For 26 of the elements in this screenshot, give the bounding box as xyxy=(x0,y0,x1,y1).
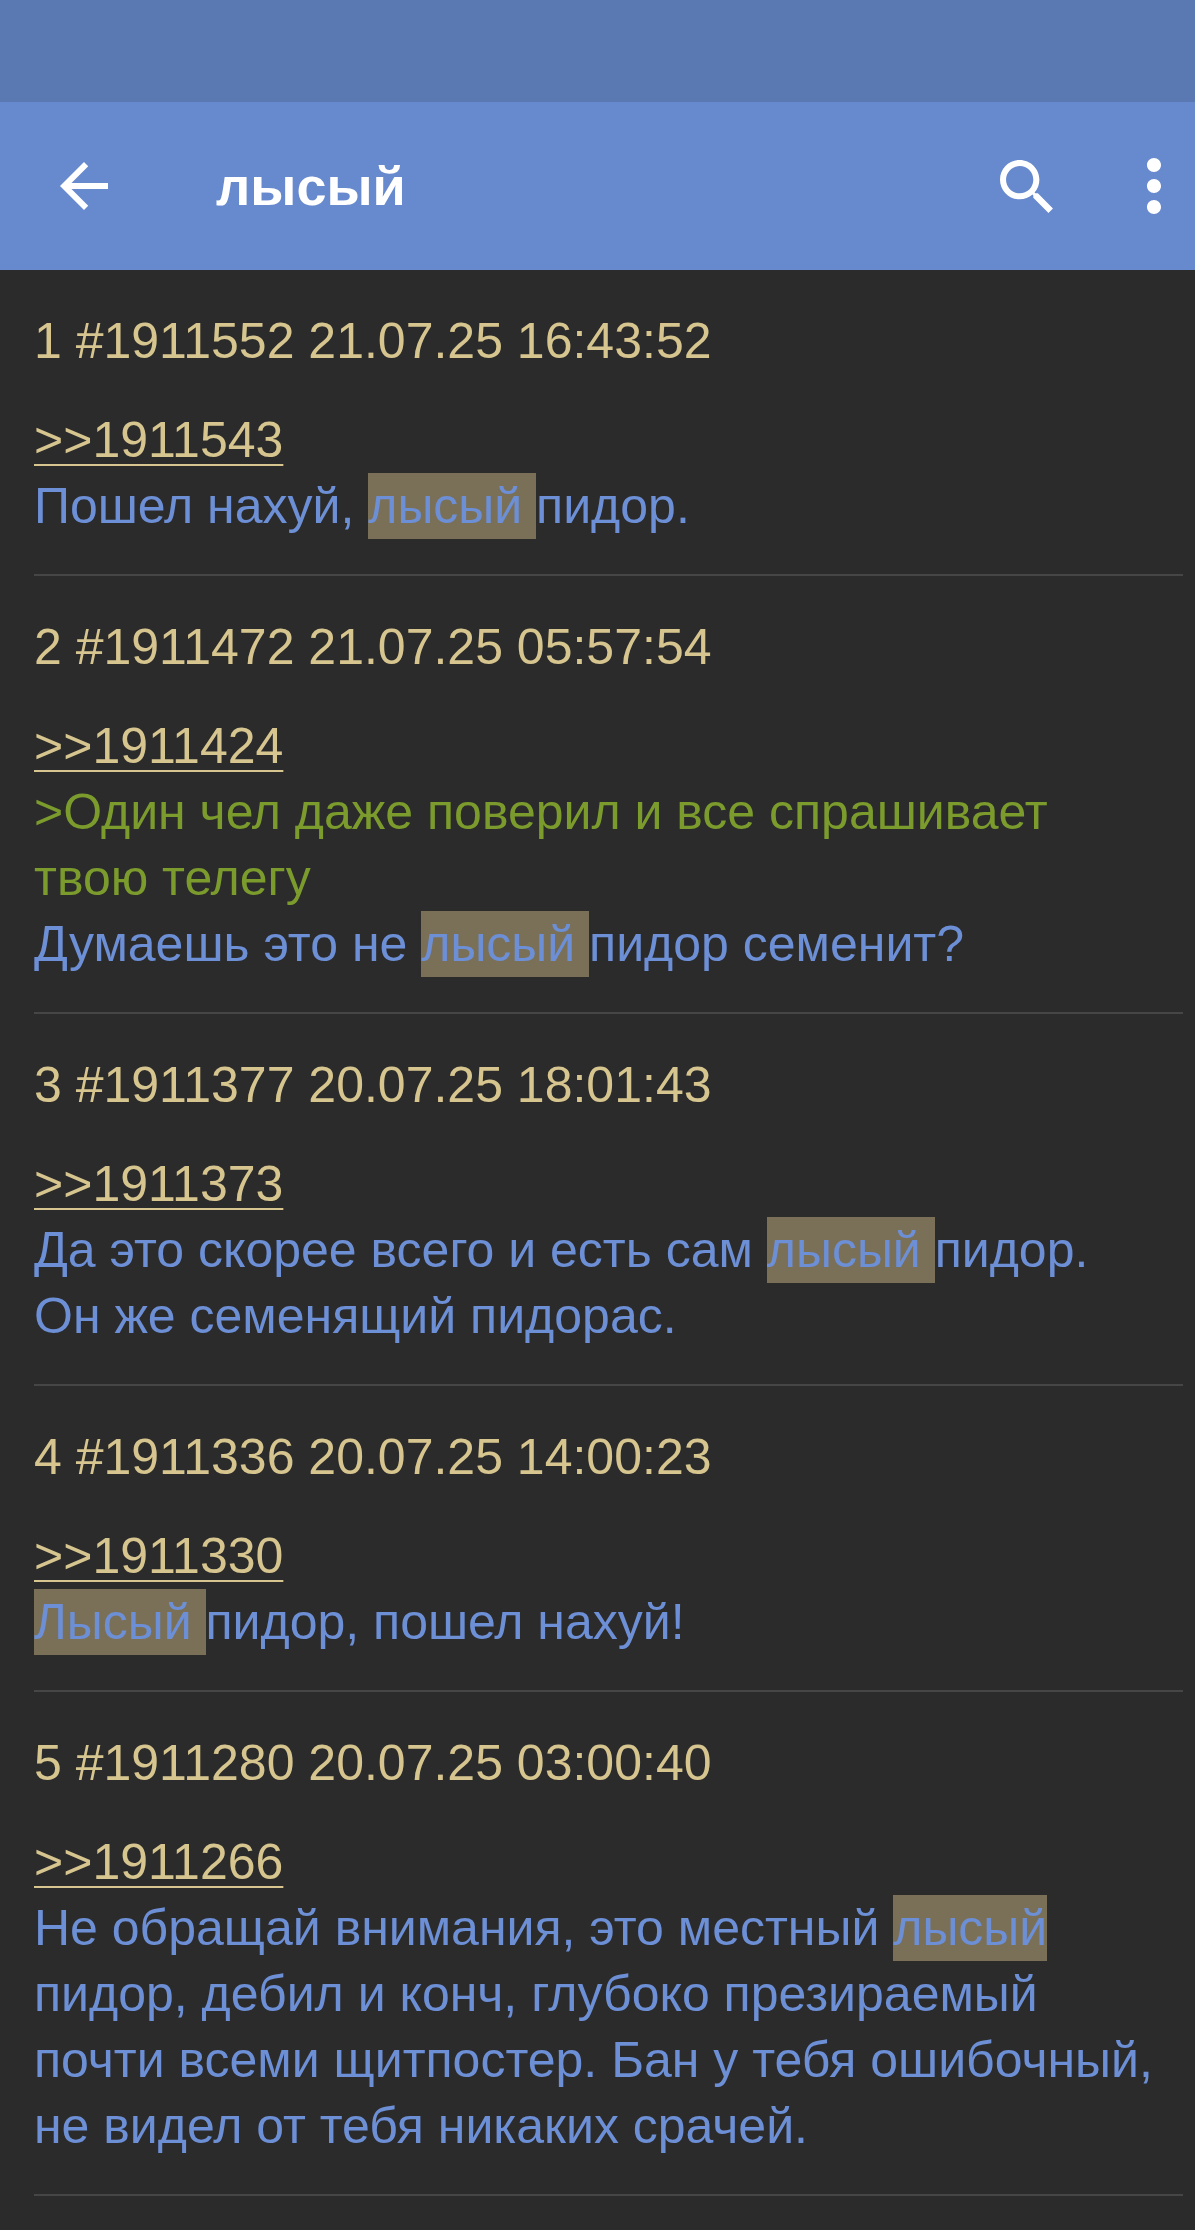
message-text: Он же семенящий пидорас. xyxy=(34,1287,677,1346)
reply-link[interactable]: >>1911266 xyxy=(34,1829,284,1895)
message-text: Да это скорее всего и есть сам лысый пидор. xyxy=(34,1217,1089,1283)
reply-link[interactable]: >>1911330 xyxy=(34,1523,284,1589)
message-text: Не обращай внимания, это местный лысый пидор, дебил и конч, глубоко презираемый почти всеми щитпостер. Бан у тебя ошибочный, не видел от тебя никаких срачей. xyxy=(34,1895,1170,2159)
post-header: 4 #1911336 20.07.25 14:00:23 xyxy=(34,1428,712,1487)
back-arrow-icon[interactable] xyxy=(60,162,108,210)
app-bar-title: лысый xyxy=(216,155,406,218)
post-header: 3 #1911377 20.07.25 18:01:43 xyxy=(34,1056,712,1115)
post-header: 2 #1911472 21.07.25 05:57:54 xyxy=(34,618,712,677)
search-icon[interactable] xyxy=(1000,159,1053,213)
reply-link[interactable]: >>1911424 xyxy=(34,713,284,779)
search-highlight: лысый xyxy=(893,1895,1048,1961)
search-highlight: лысый xyxy=(421,911,590,977)
message-text: Пошел нахуй, лысый пидор. xyxy=(34,473,690,539)
search-highlight: Лысый xyxy=(34,1589,206,1655)
search-highlight: лысый xyxy=(766,1217,935,1283)
message-text: Лысый пидор, пошел нахуй! xyxy=(34,1589,685,1655)
reply-link[interactable]: >>1911373 xyxy=(34,1151,284,1217)
quote-text: >Один чел даже поверил и все спрашивает твою телегу xyxy=(34,783,1049,908)
post-header: 5 #1911280 20.07.25 03:00:40 xyxy=(34,1734,712,1793)
post-header: 1 #1911552 21.07.25 16:43:52 xyxy=(34,312,712,371)
reply-link[interactable]: >>1911543 xyxy=(34,407,284,473)
message-text: Думаешь это не лысый пидор семенит? xyxy=(34,911,965,977)
more-options-icon[interactable] xyxy=(1147,158,1161,214)
search-highlight: лысый xyxy=(368,473,537,539)
